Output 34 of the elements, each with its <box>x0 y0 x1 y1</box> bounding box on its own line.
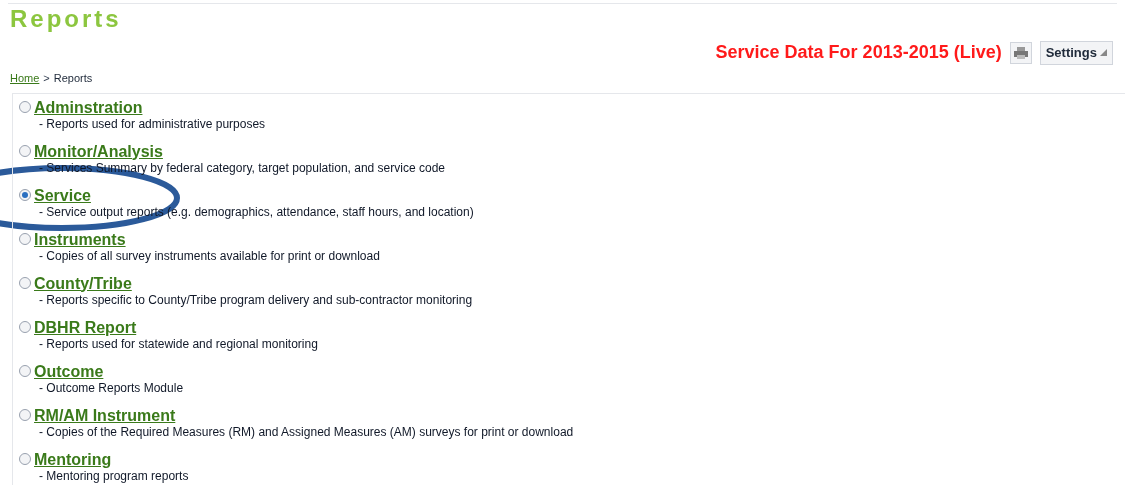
category-link[interactable]: Monitor/Analysis <box>34 141 163 161</box>
printer-icon <box>1013 46 1028 59</box>
radio-button[interactable] <box>19 189 31 201</box>
radio-button[interactable] <box>19 321 31 333</box>
category-description: - Mentoring program reports <box>38 468 190 483</box>
category-link[interactable]: Adminstration <box>34 97 143 117</box>
category-link[interactable]: Outcome <box>34 361 104 381</box>
category-link[interactable]: DBHR Report <box>34 317 137 337</box>
settings-button[interactable]: Settings <box>1039 40 1113 65</box>
category-description: - Reports specific to County/Tribe program delivery and sub-contractor monitoring <box>38 292 474 307</box>
data-source-label: Service Data For 2013-2015 (Live) <box>715 41 1002 64</box>
corner-triangle-icon <box>1100 49 1107 56</box>
category-description: - Reports used for administrative purposes <box>38 116 267 131</box>
radio-button[interactable] <box>19 277 31 289</box>
page-title: Reports <box>10 5 123 33</box>
radio-button[interactable] <box>19 365 31 377</box>
category-description: - Outcome Reports Module <box>38 380 185 395</box>
radio-button[interactable] <box>19 101 31 113</box>
category-link[interactable]: County/Tribe <box>34 273 132 293</box>
category-link[interactable]: Mentoring <box>34 449 112 469</box>
home-link[interactable]: Home <box>10 70 40 87</box>
radio-button[interactable] <box>19 145 31 157</box>
category-description: - Reports used for statewide and regional monitoring <box>38 336 319 351</box>
radio-button[interactable] <box>19 233 31 245</box>
radio-button[interactable] <box>19 409 31 421</box>
category-description: - Copies of the Required Measures (RM) and Assigned Measures (AM) surveys for print or download <box>38 424 575 439</box>
print-button[interactable] <box>1009 41 1032 64</box>
category-link[interactable]: RM/AM Instrument <box>34 405 176 425</box>
category-link[interactable]: Service <box>34 185 91 205</box>
breadcrumb-current: Reports <box>53 71 93 86</box>
breadcrumb-separator: > <box>43 71 50 86</box>
category-link[interactable]: Instruments <box>34 229 126 249</box>
radio-button[interactable] <box>19 453 31 465</box>
category-description: - Copies of all survey instruments available for print or download <box>38 248 381 263</box>
